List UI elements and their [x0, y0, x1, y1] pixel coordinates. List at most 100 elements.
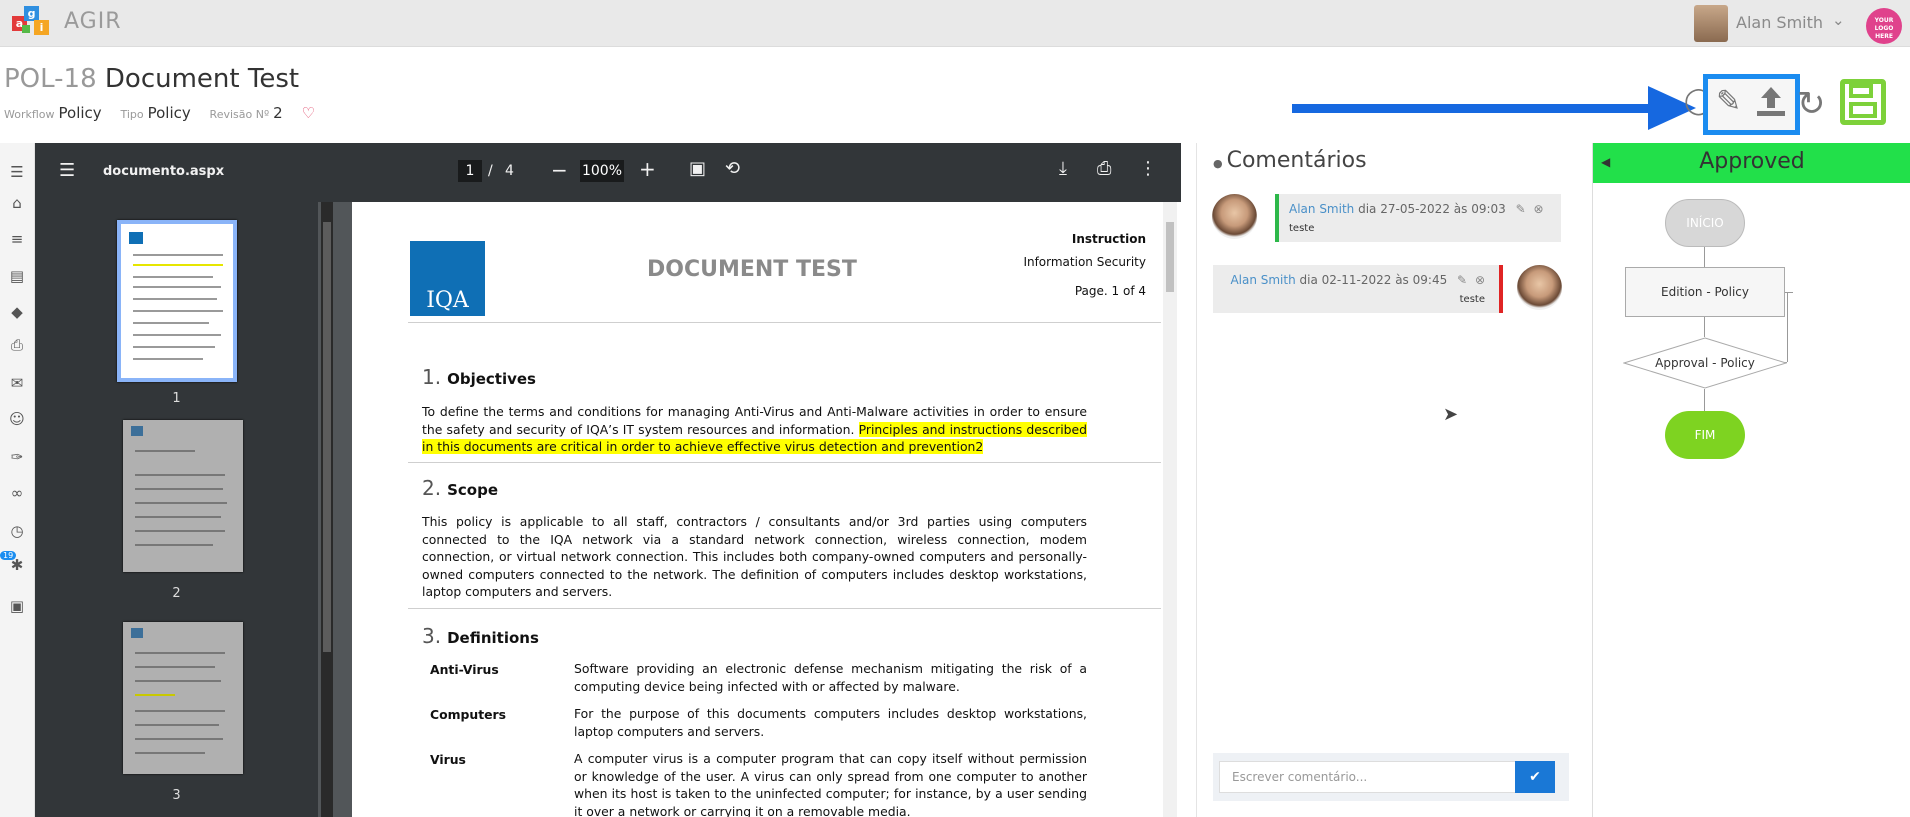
section-heading: 2. Scope — [422, 476, 499, 500]
comment-icon: ● — [1213, 157, 1223, 170]
page-label: Page. 1 of 4 — [1074, 284, 1146, 298]
zoom-out-icon[interactable]: − — [551, 158, 568, 182]
section-paragraph: This policy is applicable to all staff, … — [422, 514, 1087, 600]
save-icon[interactable] — [1840, 79, 1886, 125]
meta-label: Tipo — [120, 108, 144, 121]
workflow-edition-node[interactable]: Edition - Policy — [1625, 267, 1785, 317]
meta-label: Workflow — [4, 108, 55, 121]
chevron-down-icon[interactable]: ⌄ — [1832, 11, 1845, 29]
edit-icon[interactable]: ✎ — [1457, 273, 1467, 287]
section-heading: 1. Objectives — [422, 365, 536, 389]
print-icon[interactable]: ⎙ — [5, 336, 29, 354]
thumbnail-scrollbar[interactable] — [321, 202, 333, 817]
meta-value: 2 — [273, 104, 283, 122]
section-heading: 3. Definitions — [422, 624, 539, 648]
meta-label: Revisão Nº — [209, 108, 270, 121]
page-title: POL-18 Document Test — [4, 64, 299, 94]
arrow-annotation — [1292, 104, 1652, 113]
thumbnail-page[interactable] — [117, 220, 237, 382]
meta-value: Policy — [58, 104, 102, 122]
comments-panel: ● Comentários Alan Smith dia 27-05-2022 à… — [1196, 143, 1592, 817]
pencil-icon[interactable]: ✎ — [1716, 84, 1741, 119]
upload-icon[interactable] — [1754, 81, 1788, 129]
collapse-icon[interactable]: ◀ — [1601, 143, 1610, 181]
delete-icon[interactable]: ⊗ — [1534, 202, 1544, 216]
avatar — [1517, 265, 1562, 310]
comment-date: dia 27-05-2022 às 09:03 — [1354, 202, 1506, 216]
home-icon[interactable]: ⌂ — [5, 194, 29, 212]
comment-author[interactable]: Alan Smith — [1230, 273, 1295, 287]
department-label: Information Security — [1023, 255, 1146, 269]
send-button[interactable]: ✔ — [1515, 761, 1555, 793]
top-bar: a g i AGIR Alan Smith ⌄ YOUR LOGO HERE — [0, 0, 1910, 47]
comment-item: Alan Smith dia 27-05-2022 às 09:03 ✎ ⊗ t… — [1275, 194, 1561, 242]
rotate-icon[interactable]: ⟲ — [725, 158, 740, 179]
comment-item: Alan Smith dia 02-11-2022 às 09:45 ✎ ⊗ t… — [1213, 265, 1503, 313]
workflow-start-node[interactable]: INÍCIO — [1665, 199, 1745, 247]
document-title: Document Test — [104, 64, 300, 94]
edit-icon[interactable]: ✎ — [1516, 202, 1526, 216]
delete-icon[interactable]: ⊗ — [1475, 273, 1485, 287]
document-icon[interactable]: ▤ — [5, 267, 29, 285]
iqa-logo: IQA — [410, 241, 485, 316]
brand-logo: YOUR LOGO HERE — [1866, 8, 1902, 44]
definition-term: Computers — [430, 707, 507, 722]
print-icon[interactable]: ⎙ — [1097, 158, 1111, 179]
section-paragraph: To define the terms and conditions for m… — [422, 404, 1087, 455]
document-code: POL-18 — [4, 64, 97, 94]
document-heading: DOCUMENT TEST — [647, 257, 857, 282]
notification-badge: 19 — [0, 551, 17, 560]
mail-icon[interactable]: ✉ — [5, 374, 29, 392]
agir-logo-icon[interactable]: a g i — [12, 6, 50, 40]
avatar — [1212, 194, 1257, 239]
page-number-input[interactable]: 1 — [458, 160, 482, 182]
clock-icon[interactable]: ◷ — [5, 522, 29, 540]
link-icon[interactable]: ∞ — [5, 484, 29, 502]
thumbnail-number: 1 — [172, 391, 181, 406]
fit-page-icon[interactable]: ▣ — [689, 158, 706, 179]
page-total: 4 — [505, 163, 514, 179]
heart-icon[interactable]: ♡ — [301, 104, 314, 122]
more-options-icon[interactable]: ⋮ — [1139, 158, 1157, 179]
document-meta: Workflow Policy Tipo Policy Revisão Nº 2 ♡ — [4, 104, 315, 122]
mouse-cursor-icon: ➤ — [1443, 404, 1459, 425]
user-avatar[interactable] — [1694, 5, 1728, 42]
thumbnail-page[interactable] — [123, 622, 243, 774]
comment-input[interactable]: Escrever comentário... — [1219, 761, 1519, 793]
tag-icon[interactable]: ◆ — [5, 303, 29, 321]
meta-value: Policy — [147, 104, 191, 122]
instruction-label: Instruction — [1071, 232, 1146, 246]
definition-text: For the purpose of this documents comput… — [574, 706, 1087, 739]
archive-icon[interactable]: ▣ — [5, 597, 29, 615]
page-scrollbar[interactable] — [1163, 202, 1177, 817]
workflow-status: ◀ Approved — [1593, 143, 1910, 183]
list-icon[interactable]: ≡ — [5, 230, 29, 248]
menu-icon[interactable]: ☰ — [59, 160, 75, 181]
users-icon[interactable]: ☺ — [5, 410, 29, 428]
comments-title: ● Comentários — [1213, 148, 1367, 173]
page-separator: / — [488, 163, 493, 179]
document-page: IQA DOCUMENT TEST Instruction Informatio… — [352, 202, 1182, 817]
thumbnail-number: 2 — [172, 586, 181, 601]
left-sidebar: ☰ ⌂ ≡ ▤ ◆ ⎙ ✉ ☺ ✑ ∞ ◷ ✱ 19 ▣ — [0, 143, 35, 817]
zoom-input[interactable]: 100% — [580, 160, 624, 182]
comment-text: teste — [1289, 223, 1315, 234]
viewer-filename: documento.aspx — [103, 164, 225, 179]
download-icon[interactable]: ⤓ — [1059, 158, 1067, 179]
workflow-panel: ◀ Approved INÍCIO Edition - Policy Appro… — [1592, 143, 1910, 817]
comment-author[interactable]: Alan Smith — [1289, 202, 1354, 216]
refresh-icon[interactable]: ↻ — [1797, 84, 1826, 124]
menu-icon[interactable]: ☰ — [5, 163, 29, 181]
zoom-in-icon[interactable]: + — [639, 157, 656, 181]
attachment-icon[interactable]: ✑ — [5, 448, 29, 466]
workflow-end-node[interactable]: FIM — [1665, 411, 1745, 459]
comment-date: dia 02-11-2022 às 09:45 — [1295, 273, 1448, 287]
workflow-approval-node[interactable]: Approval - Policy — [1623, 337, 1787, 389]
thumbnail-page[interactable] — [123, 420, 243, 572]
definition-term: Anti-Virus — [430, 662, 499, 677]
viewer-toolbar: ☰ documento.aspx 1 / 4 − 100% + ▣ ⟲ ⤓ ⎙ … — [35, 143, 1181, 202]
thumbnail-panel: 1 2 3 — [35, 202, 318, 817]
user-name[interactable]: Alan Smith — [1736, 13, 1823, 32]
definition-text: A computer virus is a computer program t… — [574, 751, 1087, 817]
definition-term: Virus — [430, 752, 466, 767]
